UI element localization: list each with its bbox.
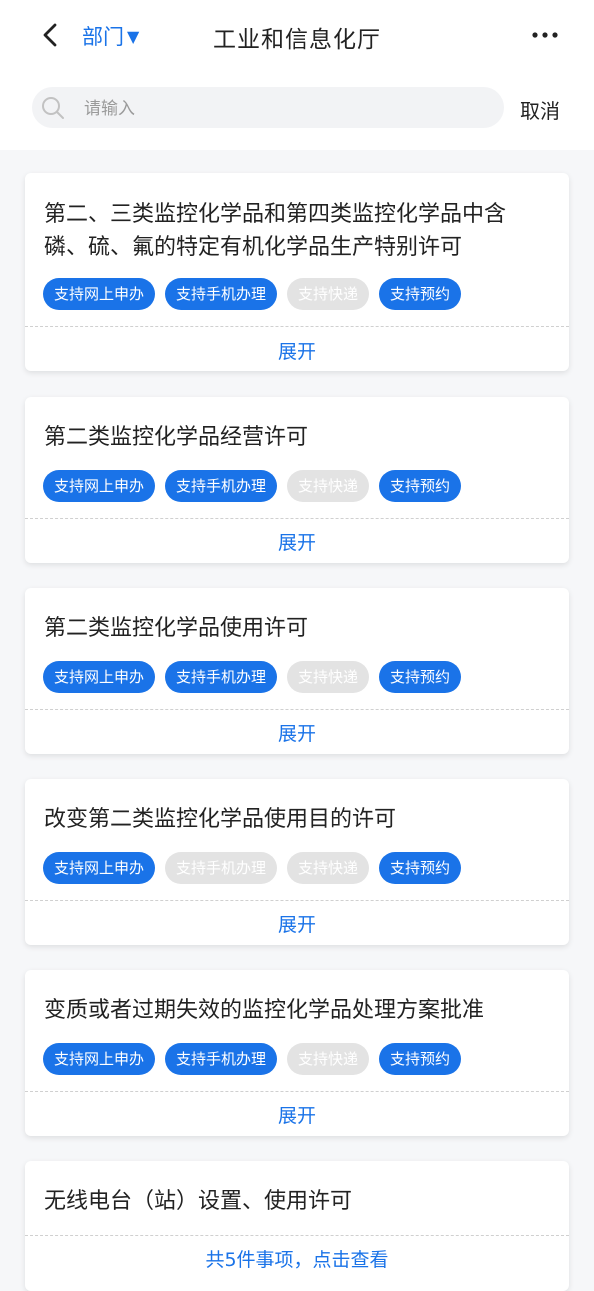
nav-bar: 部门 ▼ 工业和信息化厅 [0, 0, 594, 72]
divider [25, 1091, 569, 1092]
service-item-title: 第二类监控化学品使用许可 [44, 616, 309, 641]
view-all-button[interactable]: 共5件事项，点击查看 [25, 1245, 569, 1272]
cancel-button[interactable]: 取消 [520, 95, 560, 124]
tag-online-apply: 支持网上申办 [43, 1043, 156, 1075]
tag-mobile: 支持手机办理 [165, 278, 278, 310]
tag-online-apply: 支持网上申办 [43, 470, 156, 502]
expand-button[interactable]: 展开 [25, 528, 569, 555]
tag-list: 支持网上申办 支持手机办理 支持快递 支持预约 [43, 278, 462, 310]
service-item-card[interactable]: 第二类监控化学品使用许可 支持网上申办 支持手机办理 支持快递 支持预约 展开 [25, 588, 569, 754]
expand-button[interactable]: 展开 [25, 910, 569, 937]
tag-mobile: 支持手机办理 [165, 470, 278, 502]
service-item-card[interactable]: 变质或者过期失效的监控化学品处理方案批准 支持网上申办 支持手机办理 支持快递 … [25, 970, 569, 1136]
tag-appointment: 支持预约 [379, 470, 462, 502]
tag-online-apply: 支持网上申办 [43, 661, 156, 693]
divider [25, 1235, 569, 1236]
divider [25, 518, 569, 519]
expand-button[interactable]: 展开 [25, 719, 569, 746]
expand-button[interactable]: 展开 [25, 337, 569, 364]
service-item-title: 第二、三类监控化学品和第四类监控化学品中含磷、硫、氟的特定有机化学品生产特别许可 [44, 202, 507, 260]
tag-express: 支持快递 [287, 661, 370, 693]
tag-online-apply: 支持网上申办 [43, 852, 156, 884]
tag-online-apply: 支持网上申办 [43, 278, 156, 310]
tag-list: 支持网上申办 支持手机办理 支持快递 支持预约 [43, 470, 462, 502]
tag-appointment: 支持预约 [379, 1043, 462, 1075]
tag-express: 支持快递 [287, 470, 370, 502]
tag-express: 支持快递 [287, 278, 370, 310]
tag-mobile: 支持手机办理 [165, 661, 278, 693]
service-group-card[interactable]: 无线电台（站）设置、使用许可 共5件事项，点击查看 [25, 1161, 569, 1291]
search-bar [32, 87, 504, 130]
service-item-title: 第二类监控化学品经营许可 [44, 425, 309, 450]
divider [25, 326, 569, 327]
tag-appointment: 支持预约 [379, 852, 462, 884]
service-item-card[interactable]: 第二、三类监控化学品和第四类监控化学品中含磷、硫、氟的特定有机化学品生产特别许可… [25, 173, 569, 371]
tag-mobile: 支持手机办理 [165, 1043, 278, 1075]
tag-list: 支持网上申办 支持手机办理 支持快递 支持预约 [43, 1043, 462, 1075]
tag-list: 支持网上申办 支持手机办理 支持快递 支持预约 [43, 661, 462, 693]
search-input[interactable] [82, 87, 486, 130]
service-item-card[interactable]: 改变第二类监控化学品使用目的许可 支持网上申办 支持手机办理 支持快递 支持预约… [25, 779, 569, 945]
service-item-title: 改变第二类监控化学品使用目的许可 [44, 807, 397, 832]
tag-appointment: 支持预约 [379, 661, 462, 693]
service-item-title: 无线电台（站）设置、使用许可 [44, 1189, 353, 1214]
tag-express: 支持快递 [287, 852, 370, 884]
page-title: 工业和信息化厅 [213, 27, 381, 53]
expand-button[interactable]: 展开 [25, 1101, 569, 1128]
service-item-title: 变质或者过期失效的监控化学品处理方案批准 [44, 998, 485, 1023]
header: 部门 ▼ 工业和信息化厅 取消 [0, 0, 594, 150]
search-icon [42, 97, 64, 119]
tag-list: 支持网上申办 支持手机办理 支持快递 支持预约 [43, 852, 462, 884]
more-dots-icon[interactable] [528, 20, 562, 50]
tag-express: 支持快递 [287, 1043, 370, 1075]
tag-mobile: 支持手机办理 [165, 852, 278, 884]
tag-appointment: 支持预约 [379, 278, 462, 310]
service-item-card[interactable]: 第二类监控化学品经营许可 支持网上申办 支持手机办理 支持快递 支持预约 展开 [25, 397, 569, 563]
divider [25, 900, 569, 901]
divider [25, 709, 569, 710]
